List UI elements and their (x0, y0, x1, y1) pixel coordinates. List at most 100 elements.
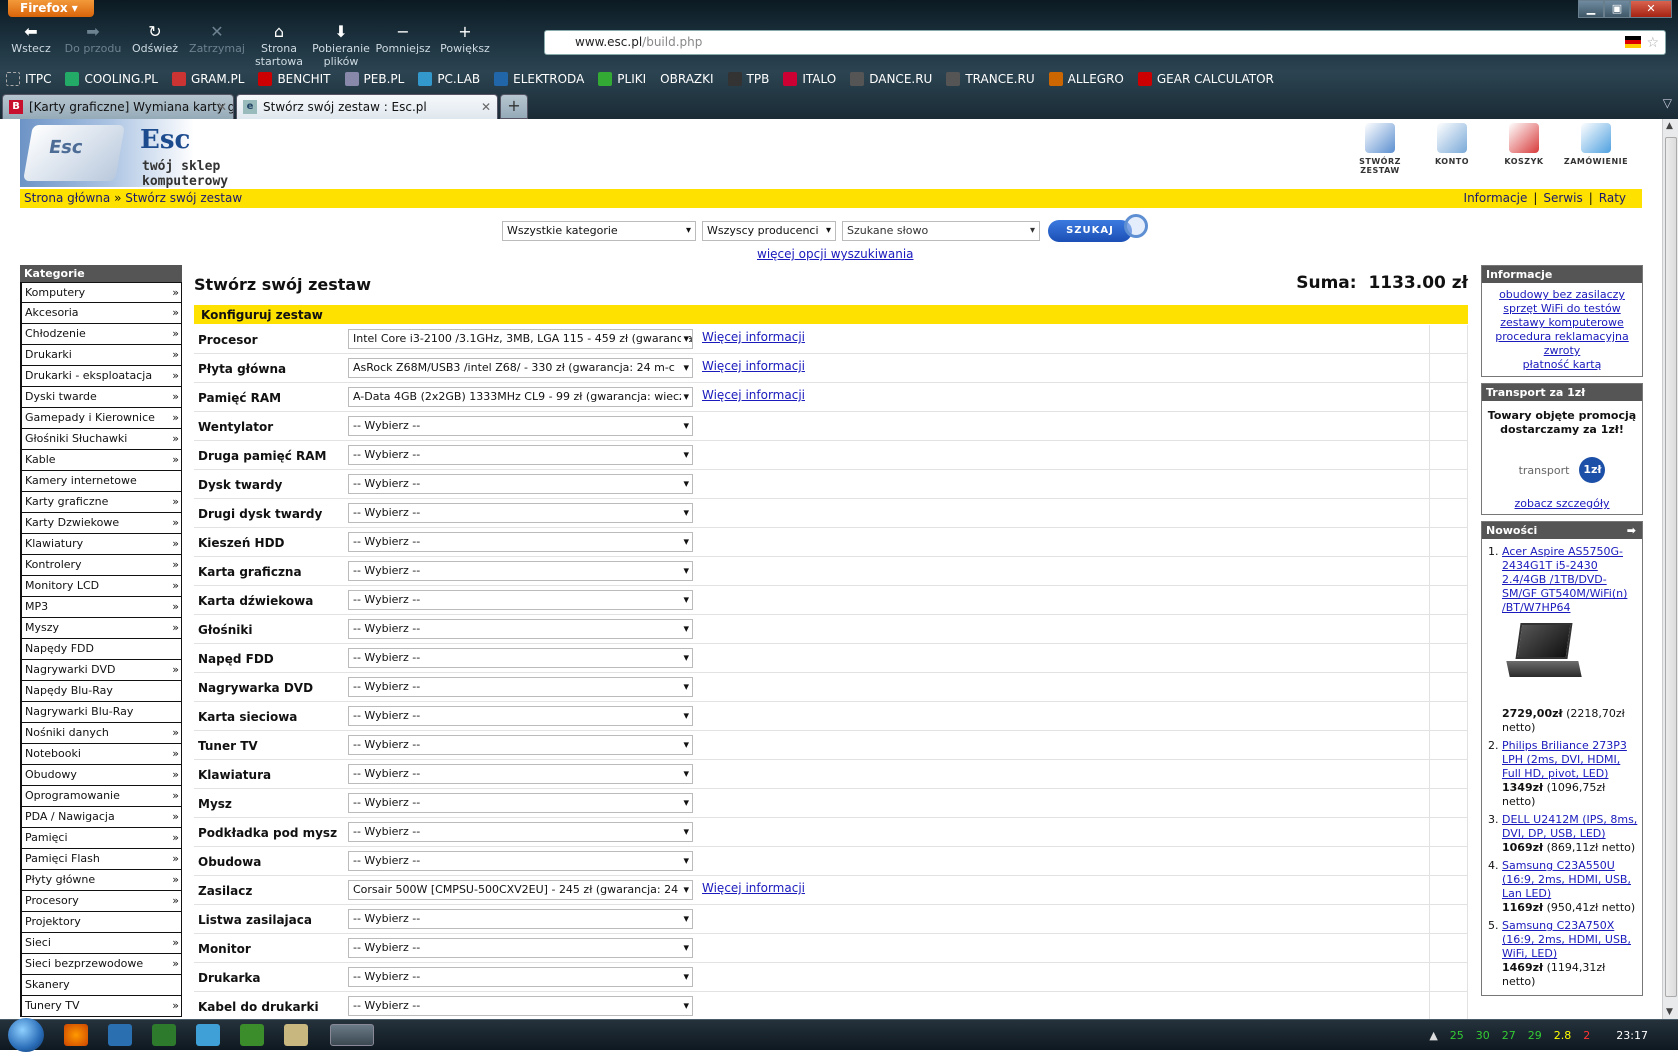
close-tab-icon[interactable]: ✕ (481, 95, 491, 119)
bookmark-itpc[interactable]: ITPC (6, 72, 51, 86)
news-product-link[interactable]: Philips Briliance 273P3 LPH (2ms, DVI, H… (1502, 739, 1627, 780)
scroll-down-icon[interactable]: ▼ (1666, 1007, 1673, 1017)
pomniejsz-button[interactable]: − Pomniejsz (372, 22, 434, 62)
bookmark-trance-ru[interactable]: TRANCE.RU (946, 72, 1035, 86)
component-select[interactable]: Intel Core i3-2100 /3.1GHz, 3MB, LGA 115… (348, 329, 693, 349)
sidebar-item-kontrolery[interactable]: Kontrolery » (20, 555, 182, 576)
sidebar-item-nagrywarki-dvd[interactable]: Nagrywarki DVD » (20, 660, 182, 681)
info-link-platnosc-karta[interactable]: płatność kartą (1484, 358, 1640, 372)
component-select[interactable]: -- Wybierz -- (348, 764, 693, 784)
sidebar-item-akcesoria[interactable]: Akcesoria » (20, 303, 182, 324)
maximize-icon[interactable]: ▣ (1604, 0, 1630, 18)
sidebar-item-nagrywarki-blu-ray[interactable]: Nagrywarki Blu-Ray (20, 702, 182, 723)
sidebar-item-pda-nawigacja[interactable]: PDA / Nawigacja » (20, 807, 182, 828)
component-select[interactable]: -- Wybierz -- (348, 445, 693, 465)
sidebar-item-glosniki-sluchawki[interactable]: Głośniki Słuchawki » (20, 429, 182, 450)
sidebar-item-plyty-glowne[interactable]: Płyty główne » (20, 870, 182, 891)
component-select[interactable]: -- Wybierz -- (348, 474, 693, 494)
firefox-taskbar-icon[interactable] (64, 1024, 88, 1046)
sidebar-item-kable[interactable]: Kable » (20, 450, 182, 471)
producer-select[interactable]: Wszyscy producenci (702, 221, 836, 241)
component-select[interactable]: -- Wybierz -- (348, 590, 693, 610)
component-select[interactable]: -- Wybierz -- (348, 416, 693, 436)
top-nav-stworz-zestaw[interactable]: STWÓRZ ZESTAW (1344, 123, 1416, 175)
component-select[interactable]: -- Wybierz -- (348, 677, 693, 697)
component-select[interactable]: A-Data 4GB (2x2GB) 1333MHz CL9 - 99 zł (… (348, 387, 693, 407)
news-product-link[interactable]: DELL U2412M (IPS, 8ms, DVI, DP, USB, LED… (1502, 813, 1637, 840)
info-link-procedura-reklamacyjna[interactable]: procedura reklamacyjna (1484, 330, 1640, 344)
news-product-link[interactable]: Acer Aspire AS5750G-2434G1T i5-2430 2.4/… (1502, 545, 1627, 614)
component-select[interactable]: -- Wybierz -- (348, 503, 693, 523)
info-link-zwroty[interactable]: zwroty (1484, 344, 1640, 358)
sidebar-item-gamepady-i-kierownice[interactable]: Gamepady i Kierownice » (20, 408, 182, 429)
new-tab-button[interactable]: + (500, 94, 528, 119)
tab-esc-build[interactable]: e Stwórz swój zestaw : Esc.pl ✕ (236, 94, 498, 119)
component-select[interactable]: -- Wybierz -- (348, 735, 693, 755)
bookmark-gram-pl[interactable]: GRAM.PL (172, 72, 244, 86)
bookmark-tpb[interactable]: TPB (727, 72, 769, 86)
utorrent-taskbar-icon[interactable] (152, 1024, 176, 1046)
folder-taskbar-icon[interactable] (284, 1024, 308, 1046)
component-select[interactable]: -- Wybierz -- (348, 909, 693, 929)
serwis-link[interactable]: Serwis (1543, 191, 1582, 205)
scroll-thumb[interactable] (1665, 137, 1677, 997)
component-select[interactable]: -- Wybierz -- (348, 706, 693, 726)
component-select[interactable]: AsRock Z68M/USB3 /intel Z68/ - 330 zł (g… (348, 358, 693, 378)
sidebar-item-chlodzenie[interactable]: Chłodzenie » (20, 324, 182, 345)
sidebar-item-nosniki-danych[interactable]: Nośniki danych » (20, 723, 182, 744)
component-select[interactable]: -- Wybierz -- (348, 967, 693, 987)
bookmark-cooling-pl[interactable]: COOLING.PL (65, 72, 158, 86)
raty-link[interactable]: Raty (1599, 191, 1626, 205)
clock[interactable]: 23:17 (1616, 1029, 1648, 1042)
component-select[interactable]: -- Wybierz -- (348, 532, 693, 552)
close-tab-icon[interactable]: ✕ (217, 95, 227, 119)
sidebar-item-drukarki-eksploatacja[interactable]: Drukarki - eksploatacja » (20, 366, 182, 387)
more-info-link[interactable]: Więcej informacji (702, 330, 805, 344)
transport-details-link[interactable]: zobacz szczegóły (1515, 497, 1610, 510)
sidebar-item-tunery-tv[interactable]: Tunery TV » (20, 996, 182, 1017)
laptop-product-image[interactable] (1506, 623, 1582, 685)
wstecz-button[interactable]: ⬅ Wstecz (0, 22, 62, 62)
news-product-link[interactable]: Samsung C23A750X (16:9, 2ms, HDMI, USB, … (1502, 919, 1631, 960)
info-link-obudowy-bez-zasilaczy[interactable]: obudowy bez zasilaczy (1484, 288, 1640, 302)
component-select[interactable]: Corsair 500W [CMPSU-500CXV2EU] - 245 zł … (348, 880, 693, 900)
sidebar-item-notebooki[interactable]: Notebooki » (20, 744, 182, 765)
site-logo[interactable]: Esc Esc twój sklep komputerowy (20, 119, 310, 189)
component-select[interactable]: -- Wybierz -- (348, 648, 693, 668)
pobieranie-plikow-button[interactable]: ⬇ Pobieranie plików (310, 22, 372, 68)
powieksz-button[interactable]: + Powiększ (434, 22, 496, 62)
sidebar-item-projektory[interactable]: Projektory (20, 912, 182, 933)
bookmark-pliki[interactable]: PLIKI (598, 72, 646, 86)
sidebar-item-klawiatury[interactable]: Klawiatury » (20, 534, 182, 555)
page-scrollbar[interactable]: ▲ ▼ (1662, 119, 1678, 1019)
category-select[interactable]: Wszystkie kategorie (502, 221, 696, 241)
top-nav-zamowienie[interactable]: ZAMÓWIENIE (1560, 123, 1632, 175)
zatrzymaj-button[interactable]: ✕ Zatrzymaj (186, 22, 248, 62)
component-select[interactable]: -- Wybierz -- (348, 938, 693, 958)
more-info-link[interactable]: Więcej informacji (702, 359, 805, 373)
strona-startowa-button[interactable]: ⌂ Strona startowa (248, 22, 310, 68)
bookmark-benchit[interactable]: BENCHIT (258, 72, 331, 86)
bookmark-obrazki[interactable]: OBRAZKI (660, 72, 713, 86)
info-link-zestawy-komputerowe[interactable]: zestawy komputerowe (1484, 316, 1640, 330)
component-select[interactable]: -- Wybierz -- (348, 793, 693, 813)
component-select[interactable]: -- Wybierz -- (348, 822, 693, 842)
sidebar-item-pamieci-flash[interactable]: Pamięci Flash » (20, 849, 182, 870)
breadcrumb-home-link[interactable]: Strona główna (24, 191, 110, 205)
component-select[interactable]: -- Wybierz -- (348, 561, 693, 581)
scroll-up-icon[interactable]: ▲ (1666, 121, 1673, 131)
firefox-active-taskbar-icon[interactable] (330, 1024, 374, 1046)
top-nav-konto[interactable]: KONTO (1416, 123, 1488, 175)
sidebar-item-pamieci[interactable]: Pamięci » (20, 828, 182, 849)
minimize-icon[interactable]: ▁ (1578, 0, 1604, 18)
bookmark-gear-calculator[interactable]: GEAR CALCULATOR (1137, 72, 1274, 86)
sidebar-item-sieci[interactable]: Sieci » (20, 933, 182, 954)
do-przodu-button[interactable]: ➡ Do przodu (62, 22, 124, 62)
sidebar-item-monitory-lcd[interactable]: Monitory LCD » (20, 576, 182, 597)
search-button[interactable]: SZUKAJ (1048, 214, 1148, 242)
close-window-icon[interactable]: ✕ (1630, 0, 1672, 18)
network-app-taskbar-icon[interactable] (108, 1024, 132, 1046)
tray-expand-icon[interactable]: ▲ (1429, 1029, 1437, 1042)
url-bar[interactable]: www.esc.pl/build.php ☆ (544, 30, 1666, 55)
sidebar-item-drukarki[interactable]: Drukarki » (20, 345, 182, 366)
